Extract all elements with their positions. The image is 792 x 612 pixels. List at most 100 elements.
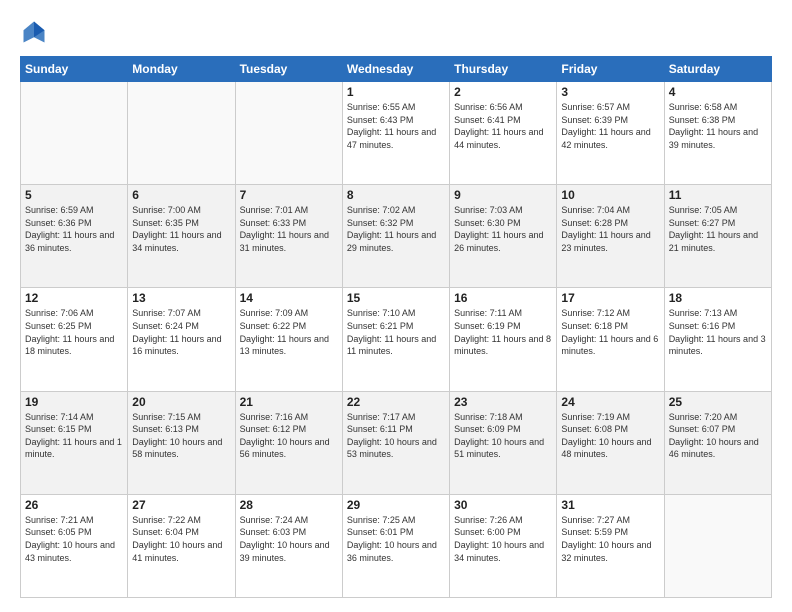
- day-number: 8: [347, 188, 445, 202]
- day-info: Sunrise: 7:21 AM Sunset: 6:05 PM Dayligh…: [25, 514, 123, 564]
- day-info: Sunrise: 7:24 AM Sunset: 6:03 PM Dayligh…: [240, 514, 338, 564]
- day-info: Sunrise: 7:06 AM Sunset: 6:25 PM Dayligh…: [25, 307, 123, 357]
- weekday-header-friday: Friday: [557, 57, 664, 82]
- day-number: 15: [347, 291, 445, 305]
- calendar-cell: 28 Sunrise: 7:24 AM Sunset: 6:03 PM Dayli…: [235, 494, 342, 597]
- day-number: 20: [132, 395, 230, 409]
- calendar-cell: 17 Sunrise: 7:12 AM Sunset: 6:18 PM Dayli…: [557, 288, 664, 391]
- calendar-cell: 22 Sunrise: 7:17 AM Sunset: 6:11 PM Dayli…: [342, 391, 449, 494]
- calendar-cell: 23 Sunrise: 7:18 AM Sunset: 6:09 PM Dayli…: [450, 391, 557, 494]
- calendar-week-row: 19Sunrise: 7:14 AM Sunset: 6:15 PM Dayli…: [21, 391, 772, 494]
- logo-icon: [20, 18, 48, 46]
- day-number: 12: [25, 291, 123, 305]
- calendar-cell: 30Sunrise: 7:26 AM Sunset: 6:00 PM Dayli…: [450, 494, 557, 597]
- calendar-cell: 27 Sunrise: 7:22 AM Sunset: 6:04 PM Dayli…: [128, 494, 235, 597]
- day-number: 6: [132, 188, 230, 202]
- calendar-cell: 5Sunrise: 6:59 AM Sunset: 6:36 PM Daylig…: [21, 185, 128, 288]
- day-info: Sunrise: 7:18 AM Sunset: 6:09 PM Dayligh…: [454, 411, 552, 461]
- calendar-cell: 9 Sunrise: 7:03 AM Sunset: 6:30 PM Daylig…: [450, 185, 557, 288]
- day-info: Sunrise: 7:03 AM Sunset: 6:30 PM Dayligh…: [454, 204, 552, 254]
- weekday-header-sunday: Sunday: [21, 57, 128, 82]
- day-number: 22: [347, 395, 445, 409]
- day-info: Sunrise: 7:01 AM Sunset: 6:33 PM Dayligh…: [240, 204, 338, 254]
- day-info: Sunrise: 7:19 AM Sunset: 6:08 PM Dayligh…: [561, 411, 659, 461]
- calendar-cell: 4 Sunrise: 6:58 AM Sunset: 6:38 PM Daylig…: [664, 82, 771, 185]
- day-number: 17: [561, 291, 659, 305]
- day-number: 2: [454, 85, 552, 99]
- day-info: Sunrise: 6:56 AM Sunset: 6:41 PM Dayligh…: [454, 101, 552, 151]
- day-number: 29: [347, 498, 445, 512]
- day-number: 4: [669, 85, 767, 99]
- day-info: Sunrise: 7:15 AM Sunset: 6:13 PM Dayligh…: [132, 411, 230, 461]
- calendar-table: SundayMondayTuesdayWednesdayThursdayFrid…: [20, 56, 772, 598]
- day-number: 5: [25, 188, 123, 202]
- day-info: Sunrise: 7:27 AM Sunset: 5:59 PM Dayligh…: [561, 514, 659, 564]
- calendar-cell: 15Sunrise: 7:10 AM Sunset: 6:21 PM Dayli…: [342, 288, 449, 391]
- day-info: Sunrise: 7:13 AM Sunset: 6:16 PM Dayligh…: [669, 307, 767, 357]
- day-info: Sunrise: 7:22 AM Sunset: 6:04 PM Dayligh…: [132, 514, 230, 564]
- calendar-cell: 24 Sunrise: 7:19 AM Sunset: 6:08 PM Dayli…: [557, 391, 664, 494]
- day-info: Sunrise: 7:04 AM Sunset: 6:28 PM Dayligh…: [561, 204, 659, 254]
- day-number: 16: [454, 291, 552, 305]
- day-number: 31: [561, 498, 659, 512]
- day-number: 25: [669, 395, 767, 409]
- day-info: Sunrise: 7:02 AM Sunset: 6:32 PM Dayligh…: [347, 204, 445, 254]
- day-number: 1: [347, 85, 445, 99]
- calendar-cell: 1 Sunrise: 6:55 AM Sunset: 6:43 PM Daylig…: [342, 82, 449, 185]
- day-info: Sunrise: 7:11 AM Sunset: 6:19 PM Dayligh…: [454, 307, 552, 357]
- calendar-cell: 7 Sunrise: 7:01 AM Sunset: 6:33 PM Daylig…: [235, 185, 342, 288]
- day-info: Sunrise: 6:55 AM Sunset: 6:43 PM Dayligh…: [347, 101, 445, 151]
- day-info: Sunrise: 7:00 AM Sunset: 6:35 PM Dayligh…: [132, 204, 230, 254]
- day-number: 27: [132, 498, 230, 512]
- calendar-cell: 26 Sunrise: 7:21 AM Sunset: 6:05 PM Dayli…: [21, 494, 128, 597]
- day-info: Sunrise: 6:57 AM Sunset: 6:39 PM Dayligh…: [561, 101, 659, 151]
- weekday-header-row: SundayMondayTuesdayWednesdayThursdayFrid…: [21, 57, 772, 82]
- calendar-cell: 11Sunrise: 7:05 AM Sunset: 6:27 PM Dayli…: [664, 185, 771, 288]
- calendar-cell: 16 Sunrise: 7:11 AM Sunset: 6:19 PM Dayli…: [450, 288, 557, 391]
- weekday-header-wednesday: Wednesday: [342, 57, 449, 82]
- calendar-cell: 10 Sunrise: 7:04 AM Sunset: 6:28 PM Dayli…: [557, 185, 664, 288]
- day-number: 21: [240, 395, 338, 409]
- calendar-week-row: 26 Sunrise: 7:21 AM Sunset: 6:05 PM Dayli…: [21, 494, 772, 597]
- calendar-cell: 6 Sunrise: 7:00 AM Sunset: 6:35 PM Daylig…: [128, 185, 235, 288]
- day-number: 26: [25, 498, 123, 512]
- weekday-header-saturday: Saturday: [664, 57, 771, 82]
- calendar-cell: [21, 82, 128, 185]
- day-number: 24: [561, 395, 659, 409]
- day-info: Sunrise: 7:26 AM Sunset: 6:00 PM Dayligh…: [454, 514, 552, 564]
- calendar-cell: 14Sunrise: 7:09 AM Sunset: 6:22 PM Dayli…: [235, 288, 342, 391]
- day-number: 14: [240, 291, 338, 305]
- day-number: 19: [25, 395, 123, 409]
- day-info: Sunrise: 6:58 AM Sunset: 6:38 PM Dayligh…: [669, 101, 767, 151]
- calendar-cell: 19Sunrise: 7:14 AM Sunset: 6:15 PM Dayli…: [21, 391, 128, 494]
- calendar-cell: [664, 494, 771, 597]
- calendar-cell: 25 Sunrise: 7:20 AM Sunset: 6:07 PM Dayli…: [664, 391, 771, 494]
- page: SundayMondayTuesdayWednesdayThursdayFrid…: [0, 0, 792, 612]
- day-number: 23: [454, 395, 552, 409]
- day-info: Sunrise: 7:17 AM Sunset: 6:11 PM Dayligh…: [347, 411, 445, 461]
- calendar-cell: 18 Sunrise: 7:13 AM Sunset: 6:16 PM Dayli…: [664, 288, 771, 391]
- day-info: Sunrise: 7:20 AM Sunset: 6:07 PM Dayligh…: [669, 411, 767, 461]
- calendar-cell: 3 Sunrise: 6:57 AM Sunset: 6:39 PM Daylig…: [557, 82, 664, 185]
- day-info: Sunrise: 7:12 AM Sunset: 6:18 PM Dayligh…: [561, 307, 659, 357]
- day-number: 11: [669, 188, 767, 202]
- calendar-cell: 2 Sunrise: 6:56 AM Sunset: 6:41 PM Daylig…: [450, 82, 557, 185]
- day-number: 7: [240, 188, 338, 202]
- day-info: Sunrise: 7:16 AM Sunset: 6:12 PM Dayligh…: [240, 411, 338, 461]
- day-number: 28: [240, 498, 338, 512]
- day-info: Sunrise: 7:25 AM Sunset: 6:01 PM Dayligh…: [347, 514, 445, 564]
- day-number: 3: [561, 85, 659, 99]
- calendar-week-row: 12 Sunrise: 7:06 AM Sunset: 6:25 PM Dayli…: [21, 288, 772, 391]
- calendar-cell: 13Sunrise: 7:07 AM Sunset: 6:24 PM Dayli…: [128, 288, 235, 391]
- header: [20, 18, 772, 46]
- day-info: Sunrise: 7:07 AM Sunset: 6:24 PM Dayligh…: [132, 307, 230, 357]
- logo: [20, 18, 52, 46]
- day-number: 9: [454, 188, 552, 202]
- weekday-header-monday: Monday: [128, 57, 235, 82]
- calendar-cell: 29 Sunrise: 7:25 AM Sunset: 6:01 PM Dayli…: [342, 494, 449, 597]
- calendar-cell: 31 Sunrise: 7:27 AM Sunset: 5:59 PM Dayli…: [557, 494, 664, 597]
- day-number: 18: [669, 291, 767, 305]
- calendar-cell: 20 Sunrise: 7:15 AM Sunset: 6:13 PM Dayli…: [128, 391, 235, 494]
- calendar-cell: [128, 82, 235, 185]
- day-number: 10: [561, 188, 659, 202]
